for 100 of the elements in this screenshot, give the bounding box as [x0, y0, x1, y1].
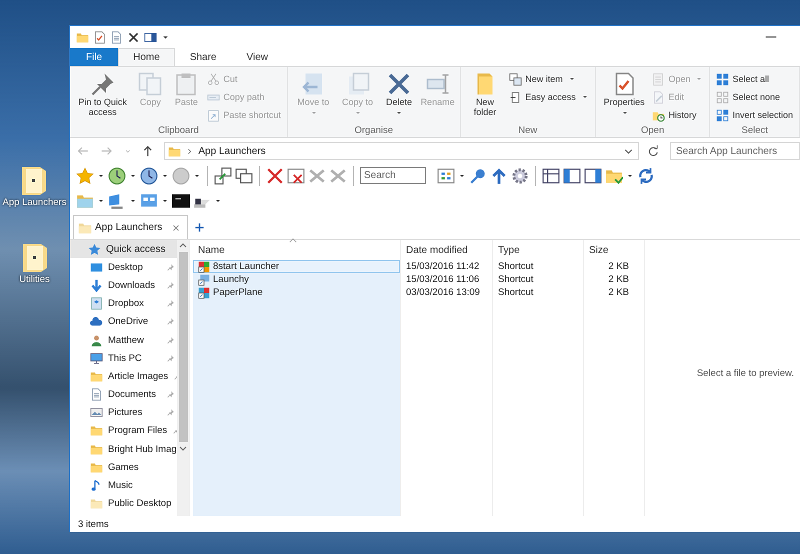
nav-item[interactable]: Desktop — [70, 258, 177, 276]
refresh-icon[interactable] — [647, 144, 660, 158]
edit-icon — [652, 90, 666, 104]
window-arrow-icon[interactable] — [214, 166, 232, 184]
layout-icon[interactable] — [584, 166, 602, 184]
ribbon-button[interactable]: Easy access — [507, 89, 591, 105]
scissors-icon — [207, 72, 220, 86]
file-cell-text: 2 KB — [607, 286, 630, 299]
cloud-icon — [90, 315, 103, 328]
up-arrow-icon[interactable] — [490, 166, 508, 184]
ribbon-button[interactable]: History — [650, 107, 706, 123]
sort-caret-icon — [289, 238, 297, 243]
picture-icon — [90, 406, 103, 420]
panes-icon[interactable] — [144, 30, 157, 44]
ribbon-tab[interactable]: File — [70, 48, 118, 66]
file-cell[interactable]: 8start Launcher — [193, 260, 400, 273]
delete-icon — [386, 72, 411, 96]
column-header[interactable]: Size — [584, 240, 644, 260]
ribbon-tab[interactable]: View — [232, 48, 283, 66]
pin-icon — [90, 72, 115, 96]
desktop-icon-label[interactable]: Utilities — [19, 274, 50, 285]
app-shortcut-icon — [198, 286, 210, 298]
ribbon-button[interactable]: Delete — [380, 70, 418, 125]
windows-icon[interactable] — [235, 166, 253, 184]
ribbon-tab[interactable]: Home — [118, 48, 175, 66]
checked-document-icon[interactable] — [93, 30, 106, 44]
grid-icon — [716, 108, 730, 122]
group-label: Organise — [353, 125, 394, 136]
nav-item[interactable]: Dropbox — [70, 294, 177, 313]
delete-icon[interactable] — [266, 166, 284, 184]
shortcut-icon — [207, 108, 220, 122]
ribbon-button[interactable]: Invert selection — [714, 107, 795, 123]
ribbon-tab[interactable]: Share — [174, 48, 232, 66]
scrollbar[interactable] — [177, 240, 189, 516]
pin-icon[interactable] — [469, 166, 487, 184]
sync-icon[interactable] — [637, 166, 655, 184]
desktop-icon — [90, 260, 103, 274]
file-cell-text: 03/03/2016 13:09 — [405, 286, 481, 299]
star-icon[interactable] — [76, 166, 94, 184]
group-label: Open — [640, 125, 666, 136]
folder-icon — [90, 497, 103, 510]
ribbon-button[interactable]: New item — [507, 71, 591, 87]
folder-icon — [90, 424, 103, 438]
breadcrumb[interactable]: App Launchers — [198, 146, 266, 156]
folder-icon — [168, 144, 182, 158]
nav-item[interactable]: Bright Hub Imag — [70, 440, 177, 458]
nav-item[interactable]: Pictures — [70, 404, 177, 422]
ribbon-button[interactable]: Select none — [714, 89, 795, 105]
ribbon-button[interactable]: Pin to Quick access — [74, 70, 132, 125]
copy-icon — [138, 72, 162, 96]
folder-icon — [90, 370, 103, 383]
search-field[interactable]: Search — [360, 167, 426, 184]
column-header[interactable]: Name — [193, 240, 400, 260]
view-icon[interactable] — [437, 166, 455, 184]
grid-icon — [716, 72, 730, 86]
folder-tab[interactable]: App Launchers — [73, 215, 188, 239]
close-icon[interactable] — [171, 222, 182, 232]
settings-icon[interactable] — [511, 166, 529, 184]
app-shortcut-icon — [198, 274, 210, 286]
box-icon — [90, 297, 103, 310]
nav-item[interactable]: Downloads — [70, 276, 177, 295]
nav-item[interactable]: Public Desktop — [70, 494, 177, 513]
terminal-icon[interactable] — [172, 192, 190, 210]
file-cell[interactable]: Launchy — [193, 273, 400, 286]
layout-icon[interactable] — [563, 166, 581, 184]
file-cell-text: 15/03/2016 11:42 — [405, 260, 480, 273]
file-cell-text: Shortcut — [497, 273, 534, 286]
column-header[interactable]: Date modified — [401, 240, 492, 260]
document-icon — [90, 388, 103, 402]
ribbon-button[interactable]: Select all — [714, 71, 795, 87]
nav-item[interactable]: Matthew — [70, 330, 177, 350]
folder-icon — [78, 220, 92, 234]
file-cell[interactable]: PaperPlane — [193, 286, 400, 299]
layout-icon[interactable] — [542, 166, 560, 184]
folder-icon — [90, 460, 103, 474]
document-icon[interactable] — [110, 30, 123, 44]
nav-item[interactable]: Quick access — [70, 240, 177, 258]
file-cell-text: 2 KB — [607, 273, 630, 286]
plus-icon[interactable] — [194, 222, 206, 233]
nav-item[interactable]: This PC — [70, 349, 177, 368]
list-icon — [652, 72, 666, 86]
group-label: Select — [740, 125, 769, 136]
ribbon-button[interactable]: Properties — [600, 70, 648, 125]
delete-window-icon[interactable] — [287, 166, 305, 184]
group-label: New — [517, 125, 538, 136]
new-item-icon — [509, 72, 522, 86]
nav-item[interactable]: OneDrive — [70, 312, 177, 331]
nav-item[interactable]: Music — [70, 476, 177, 495]
ribbon-button[interactable]: New folder — [464, 70, 506, 125]
nav-item[interactable]: Games — [70, 458, 177, 476]
address-field[interactable]: App Launchers — [164, 142, 640, 160]
desktop-icon-label[interactable]: App Launchers — [2, 197, 66, 208]
group-label: Clipboard — [157, 125, 200, 136]
clipboard-icon — [174, 72, 198, 96]
nav-item[interactable]: Documents — [70, 386, 177, 404]
grid-icon — [716, 90, 730, 104]
x-icon[interactable] — [127, 30, 140, 44]
person-icon — [90, 334, 103, 347]
monitor-icon — [90, 352, 103, 365]
column-header[interactable]: Type — [493, 240, 583, 260]
